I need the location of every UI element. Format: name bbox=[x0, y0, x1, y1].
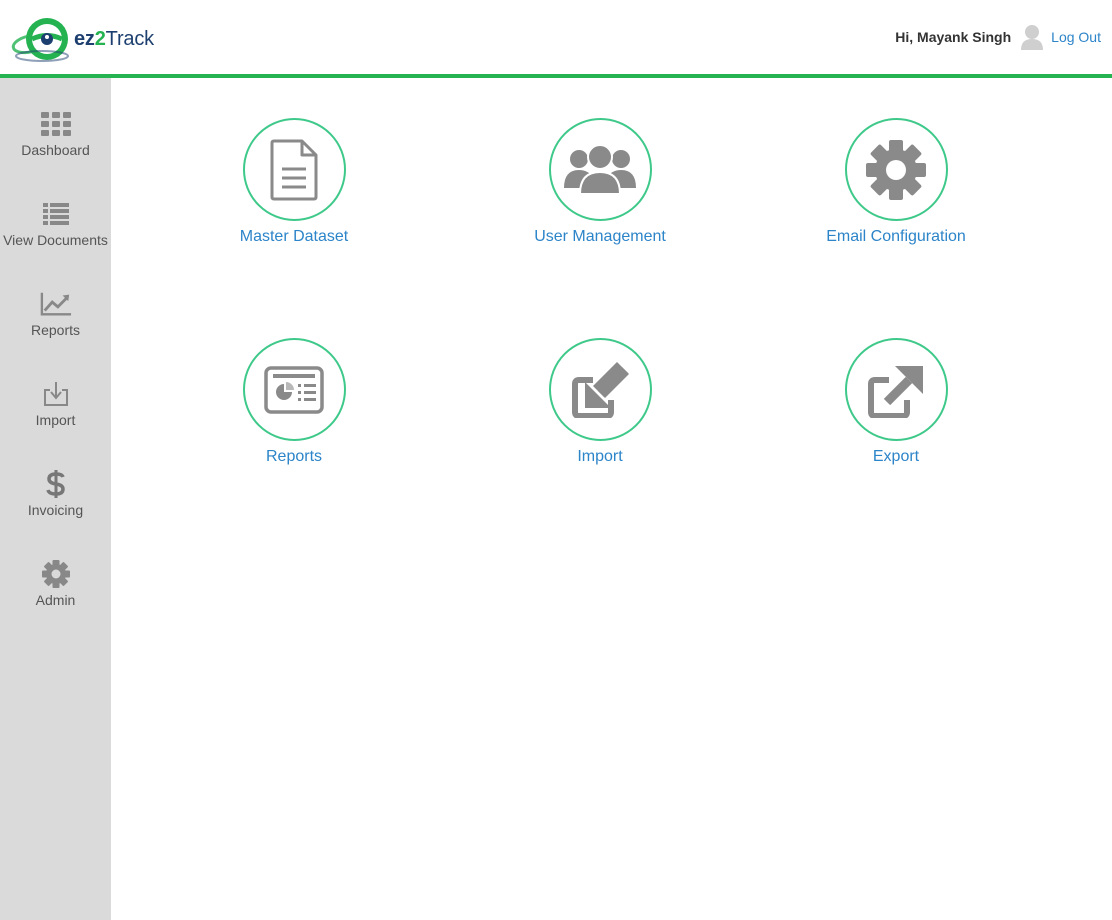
tile-label: Master Dataset bbox=[239, 228, 349, 245]
tile-icon-circle bbox=[242, 118, 346, 221]
sidebar-item-invoicing[interactable]: Invoicing bbox=[0, 468, 111, 538]
sidebar-item-label: Reports bbox=[30, 322, 81, 338]
tile-icon-circle bbox=[844, 118, 948, 221]
sidebar-item-label: Import bbox=[35, 412, 76, 428]
document-icon bbox=[270, 139, 318, 200]
tile-reports[interactable]: Reports bbox=[184, 338, 404, 488]
sidebar-item-import[interactable]: Import bbox=[0, 378, 111, 448]
tile-label: Reports bbox=[265, 448, 323, 465]
report-card-icon bbox=[264, 365, 324, 414]
sidebar-item-label: View Documents bbox=[3, 232, 108, 248]
sidebar-item-view-documents[interactable]: View Documents bbox=[0, 198, 111, 268]
tile-master-dataset[interactable]: Master Dataset bbox=[184, 118, 404, 268]
sidebar-item-label: Invoicing bbox=[27, 502, 84, 518]
ez2track-logo-icon bbox=[11, 18, 69, 62]
sidebar-item-admin[interactable]: Admin bbox=[0, 558, 111, 628]
tile-user-management[interactable]: User Management bbox=[490, 118, 710, 268]
download-tray-icon bbox=[40, 378, 72, 410]
tile-email-configuration[interactable]: Email Configuration bbox=[786, 118, 1006, 268]
user-avatar-icon bbox=[1021, 25, 1044, 50]
grid-icon bbox=[40, 108, 72, 140]
export-arrow-icon bbox=[868, 365, 923, 418]
tile-label: Email Configuration bbox=[826, 228, 966, 245]
user-greeting: Hi, Mayank Singh bbox=[895, 29, 1012, 45]
sidebar-item-dashboard[interactable]: Dashboard bbox=[0, 108, 111, 178]
user-area: Hi, Mayank Singh Log Out bbox=[895, 22, 1101, 52]
app-logo[interactable]: ez2Track bbox=[10, 14, 154, 64]
list-icon bbox=[40, 198, 72, 230]
tile-label: Export bbox=[872, 448, 920, 465]
import-arrow-icon bbox=[572, 361, 629, 418]
gear-icon bbox=[40, 558, 72, 590]
sidebar-item-label: Admin bbox=[35, 592, 76, 608]
tile-icon-circle bbox=[548, 338, 652, 441]
tile-import[interactable]: Import bbox=[490, 338, 710, 488]
tile-icon-circle bbox=[548, 118, 652, 221]
line-chart-icon bbox=[40, 288, 72, 320]
dollar-icon bbox=[40, 468, 72, 500]
tile-label: Import bbox=[577, 448, 623, 465]
sidebar: Dashboard View Documents Reports Import … bbox=[0, 78, 111, 920]
app-title: ez2Track bbox=[74, 27, 154, 50]
sidebar-item-label: Dashboard bbox=[21, 142, 90, 158]
sidebar-item-reports[interactable]: Reports bbox=[0, 288, 111, 358]
logout-link[interactable]: Log Out bbox=[1051, 29, 1101, 45]
users-icon bbox=[564, 143, 636, 195]
header-divider bbox=[0, 74, 1112, 78]
tile-export[interactable]: Export bbox=[786, 338, 1006, 488]
tile-icon-circle bbox=[242, 338, 346, 441]
app-header: ez2Track Hi, Mayank Singh Log Out bbox=[0, 0, 1112, 74]
tile-label: User Management bbox=[534, 228, 666, 245]
gear-icon bbox=[866, 139, 926, 200]
tile-icon-circle bbox=[844, 338, 948, 441]
